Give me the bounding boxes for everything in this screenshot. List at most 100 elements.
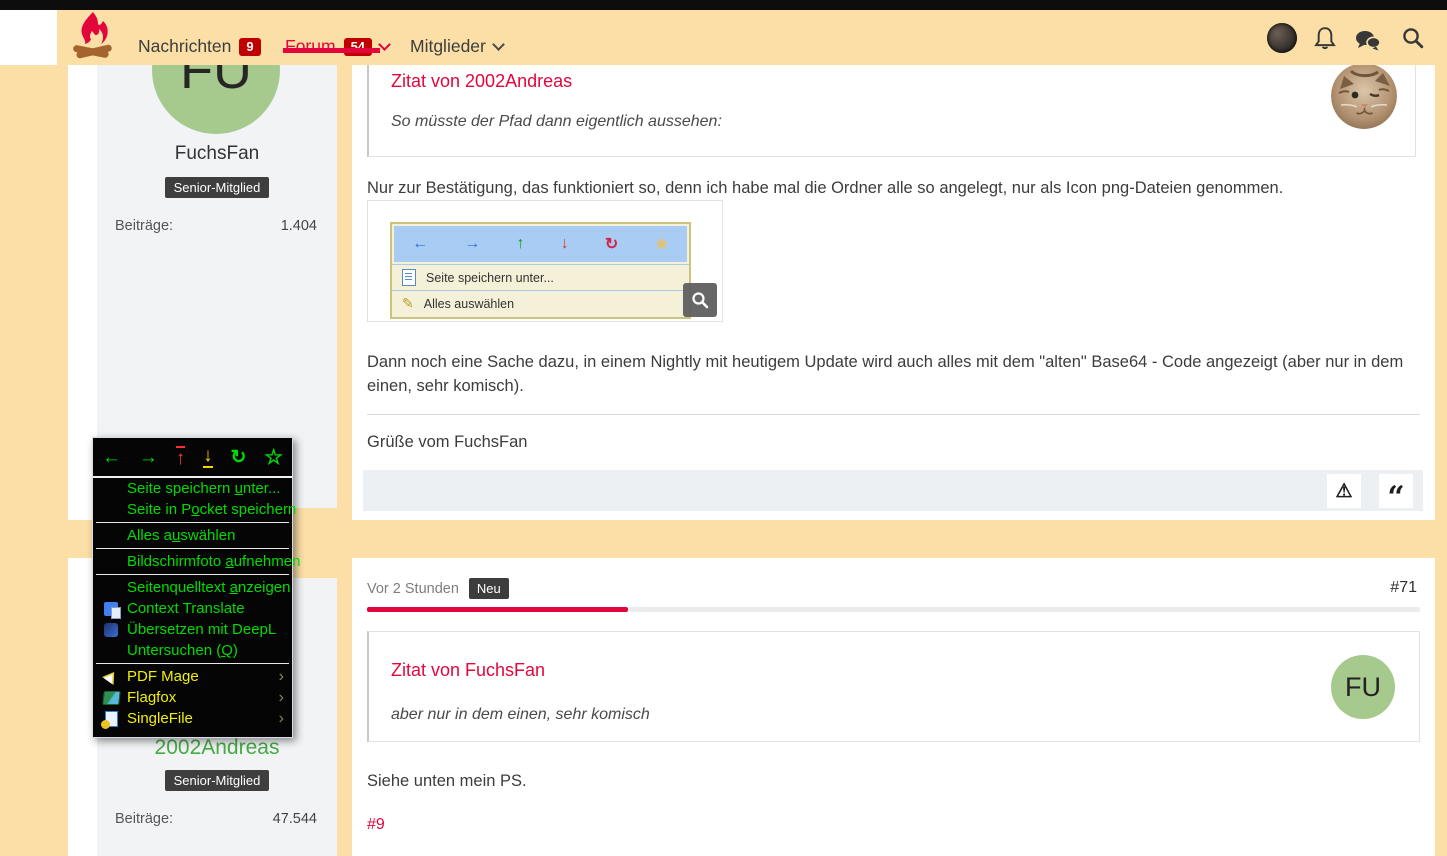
stats-label: Beiträge: [115,811,174,827]
pdf-mage-icon [102,667,120,686]
cat-image [1331,63,1397,129]
post2-timestamp[interactable]: Vor 2 Stunden [367,581,459,597]
stats-value[interactable]: 47.544 [273,811,317,827]
post1-gap [337,55,352,520]
post1-attachment-thumbnail[interactable]: ← → ↑ ↓ ↻ ★ Seite speichern unter... ✎ A… [367,200,723,322]
quoted-author-avatar-cat[interactable] [1331,63,1397,129]
back-icon[interactable]: ← [102,448,121,467]
quoted-author-avatar-fu[interactable]: FU [1331,655,1395,719]
magnifier-icon [692,292,709,309]
post2-paragraph-1: Siehe unten mein PS. [367,772,527,790]
menu-item-take-screenshot[interactable]: Bildschirmfoto aufnehmen [93,551,300,572]
search-icon [1403,28,1424,49]
menu-item-select-all[interactable]: Alles auswählen [93,525,292,546]
post2-stats-row: Beiträge: 47.544 [115,811,317,827]
quote2-title[interactable]: Zitat von FuchsFan [391,660,545,681]
submenu-arrow-icon: › [278,667,284,685]
flagfox-icon [101,690,121,705]
conversations-button[interactable] [1355,30,1381,56]
quote1-title[interactable]: Zitat von 2002Andreas [391,71,572,92]
pencil-icon: ✎ [402,295,414,311]
post2-gap [337,558,352,856]
quote-button[interactable]: “ [1379,474,1413,515]
notifications-button[interactable] [1314,26,1336,55]
campfire-logo[interactable] [70,11,116,69]
thumb-star-icon: ★ [654,236,669,253]
singlefile-icon [100,710,118,729]
bell-icon [1314,27,1336,50]
post2-divider-gray [628,607,1420,612]
campfire-logo-image [73,12,112,59]
post2-meta-row: Vor 2 Stunden Neu [367,578,509,599]
menu-item-inspect[interactable]: Untersuchen (Q) [93,640,292,661]
submenu-arrow-icon: › [278,709,284,727]
nav-item-mitglieder[interactable]: Mitglieder [410,36,505,57]
warning-icon: ⚠ [1335,480,1353,502]
nav-item-forum[interactable]: Forum 54 [285,36,391,57]
post2-rank-badge: Senior-Mitglied [164,770,270,791]
menu-item-deepl-translate[interactable]: Übersetzen mit DeepL [93,619,292,640]
forum-page: FU FuchsFan Senior-Mitglied Beiträge: 1.… [0,0,1447,856]
chevron-down-icon [492,38,505,51]
context-menu-toolbar: ← → ↑ ↓ ↻ ☆ [93,438,292,478]
nav-label: Forum [285,36,336,56]
forward-icon[interactable]: → [139,448,158,467]
document-icon [402,269,416,286]
nav-item-nachrichten[interactable]: Nachrichten 9 [138,36,261,57]
menu-separator [96,663,289,664]
attachment-zoom-button[interactable] [683,283,717,317]
quote2-body: aber nur in dem einen, sehr komisch [391,706,650,723]
menu-separator [96,522,289,523]
stats-label: Beiträge: [115,218,174,234]
active-tab-underline [283,48,380,53]
nachrichten-count-badge: 9 [239,37,261,56]
post2-author-name[interactable]: 2002Andreas [97,736,337,760]
nav-label: Nachrichten [138,36,232,56]
top-black-strip [0,0,1447,10]
post2-rank-wrap: Senior-Mitglied [97,770,337,791]
user-avatar[interactable] [1267,23,1297,53]
menu-item-pdf-mage[interactable]: PDF Mage › [93,666,292,687]
avatar-initials: FU [1345,671,1381,702]
post1-paragraph-2: Dann noch eine Sache dazu, in einem Nigh… [367,353,1404,395]
thumb-reload-icon: ↻ [604,236,619,253]
thumb-row-label: Alles auswählen [423,296,515,311]
post1-quote-block[interactable]: Zitat von 2002Andreas So müsste der Pfad… [367,64,1416,157]
menu-separator [96,548,289,549]
chevron-down-icon [378,38,391,51]
quote-icon: “ [1387,480,1405,515]
post2-number-link[interactable]: #71 [1390,579,1417,597]
menu-item-view-source[interactable]: Seitenquelltext anzeigen [93,577,292,598]
thumb-forward-icon: → [464,235,481,252]
browser-context-menu: ← → ↑ ↓ ↻ ☆ Seite speichern unter... Sei… [92,437,300,738]
post2-quote-block[interactable]: Zitat von FuchsFan aber nur in dem einen… [367,631,1420,742]
scroll-top-icon[interactable]: ↑ [175,446,186,468]
thumbnail-toolbar: ← → ↑ ↓ ↻ ★ [394,226,687,262]
report-button[interactable]: ⚠ [1327,474,1361,508]
post1-signature: Grüße vom FuchsFan [367,433,528,451]
thumb-menu-row: Seite speichern unter... [392,264,689,290]
thumb-row-label: Seite speichern unter... [426,270,554,285]
nav-label: Mitglieder [410,36,486,56]
menu-item-flagfox[interactable]: Flagfox › [93,687,292,708]
save-download-icon[interactable]: ↓ [203,446,213,468]
search-button[interactable] [1402,27,1424,54]
reload-icon[interactable]: ↻ [230,448,246,467]
stats-value[interactable]: 1.404 [281,218,317,234]
post1-rank-badge: Senior-Mitglied [164,177,270,198]
menu-separator [96,574,289,575]
post1-author-name[interactable]: FuchsFan [97,143,337,165]
submenu-arrow-icon: › [278,688,284,706]
menu-item-singlefile[interactable]: SingleFile › [93,708,292,729]
post1-stats-row: Beiträge: 1.404 [115,218,317,234]
menu-item-save-to-pocket[interactable]: Seite in Pocket speichern [93,499,296,520]
post1-footer-bar [363,470,1423,511]
post2-divider-red [367,607,628,612]
signature-divider [367,414,1420,415]
quote1-body: So müsste der Pfad dann eigentlich ausse… [391,113,722,130]
post-reference-link[interactable]: #9 [367,816,385,834]
menu-item-save-page-as[interactable]: Seite speichern unter... [93,478,292,499]
deepl-icon [104,622,118,637]
menu-item-context-translate[interactable]: Context Translate [93,598,292,619]
bookmark-star-icon[interactable]: ☆ [264,447,283,468]
